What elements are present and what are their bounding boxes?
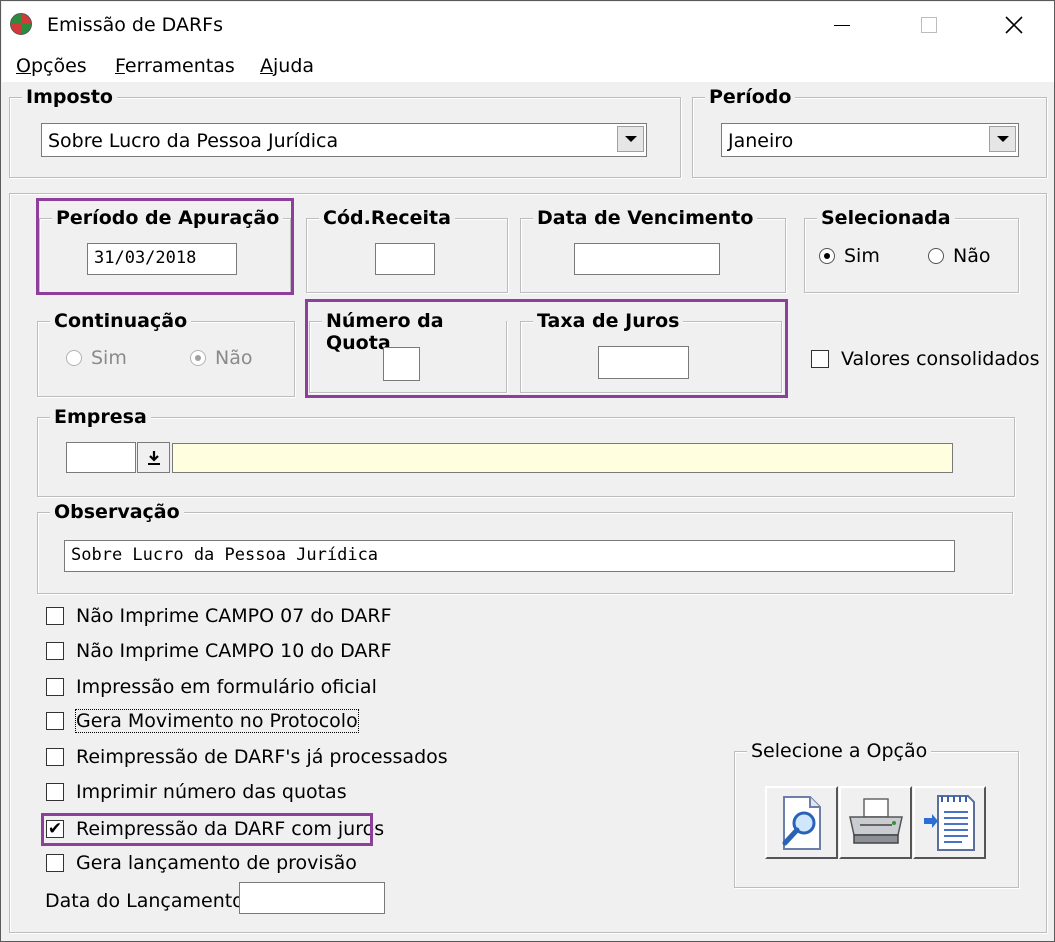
imposto-dropdown-button[interactable] [617, 126, 644, 152]
data-lancamento-input[interactable] [239, 882, 385, 914]
export-document-icon [923, 794, 975, 851]
selecione-opcao-label: Selecione a Opção [747, 740, 932, 762]
radio-selected-icon [819, 248, 835, 264]
checkbox-icon [46, 642, 64, 660]
empresa-label: Empresa [50, 406, 151, 428]
checkbox-nao-imprime-campo-07[interactable]: Não Imprime CAMPO 07 do DARF [46, 605, 392, 627]
menu-ajuda-label: juda [273, 55, 315, 77]
minimize-button[interactable] [812, 2, 872, 48]
menu-ferramentas[interactable]: Ferramentas [115, 55, 235, 77]
observacao-input[interactable]: Sobre Lucro da Pessoa Jurídica [64, 540, 955, 572]
checkbox-icon [46, 712, 64, 730]
download-arrow-icon [147, 450, 160, 465]
checkbox-label: Impressão em formulário oficial [76, 676, 377, 698]
menu-ferramentas-label: erramentas [124, 55, 235, 77]
checkbox-label: Gera Movimento no Protocolo [75, 709, 359, 733]
valores-consolidados-checkbox[interactable]: Valores consolidados [811, 348, 1040, 370]
close-icon [1005, 16, 1023, 34]
checkbox-icon [46, 783, 64, 801]
menu-opcoes[interactable]: Opções [16, 55, 87, 77]
data-vencimento-input[interactable] [574, 243, 720, 275]
empresa-code-input[interactable] [66, 442, 136, 473]
highlight-reimpressao-juros [41, 813, 373, 846]
darf-window: Emissão de DARFs Opções Ferramentas Ajud… [0, 0, 1055, 942]
periodo-label: Período [705, 86, 796, 108]
checkbox-icon [46, 678, 64, 696]
maximize-button[interactable] [899, 2, 959, 48]
periodo-value: Janeiro [728, 130, 794, 152]
checkbox-icon [46, 854, 64, 872]
selecionada-label: Selecionada [817, 207, 955, 229]
checkbox-icon [811, 350, 829, 368]
checkbox-label: Não Imprime CAMPO 07 do DARF [76, 605, 392, 627]
menu-opcoes-accel: O [16, 55, 31, 77]
preview-icon [782, 795, 821, 850]
data-vencimento-label: Data de Vencimento [533, 207, 758, 229]
maximize-icon [921, 17, 937, 33]
continuacao-label: Continuação [50, 310, 192, 332]
checkbox-icon [46, 607, 64, 625]
checkbox-gera-movimento-protocolo[interactable]: Gera Movimento no Protocolo [46, 709, 359, 733]
title-bar: Emissão de DARFs [2, 2, 1054, 48]
export-button[interactable] [913, 786, 986, 859]
checkbox-label: Imprimir número das quotas [76, 781, 347, 803]
radio-icon [66, 350, 82, 366]
selecionada-nao-radio[interactable]: Não [928, 245, 990, 267]
checkbox-impressao-formulario-oficial[interactable]: Impressão em formulário oficial [46, 676, 377, 698]
cod-receita-input[interactable] [375, 243, 435, 275]
highlight-quota-juros [305, 299, 788, 398]
checkbox-gera-lancamento-provisao[interactable]: Gera lançamento de provisão [46, 852, 357, 874]
menu-bar: Opções Ferramentas Ajuda [2, 48, 1054, 82]
app-icon [10, 13, 32, 35]
checkbox-imprimir-numero-quotas[interactable]: Imprimir número das quotas [46, 781, 347, 803]
continuacao-nao-radio[interactable]: Não [190, 347, 252, 369]
selecionada-nao-label: Não [953, 245, 991, 267]
valores-consolidados-label: Valores consolidados [841, 348, 1040, 370]
menu-ajuda[interactable]: Ajuda [260, 55, 314, 77]
radio-selected-icon [190, 350, 206, 366]
checkbox-label: Reimpressão de DARF's já processados [76, 746, 448, 768]
checkbox-label: Não Imprime CAMPO 10 do DARF [76, 640, 392, 662]
cod-receita-label: Cód.Receita [319, 207, 455, 229]
continuacao-sim-radio[interactable]: Sim [66, 347, 127, 369]
continuacao-sim-label: Sim [91, 347, 127, 369]
empresa-name-field[interactable] [172, 443, 953, 473]
chevron-down-icon [624, 136, 637, 142]
menu-ferramentas-accel: F [115, 55, 125, 77]
minimize-icon [834, 24, 850, 26]
periodo-dropdown-button[interactable] [989, 126, 1016, 152]
radio-icon [928, 248, 944, 264]
print-button[interactable] [839, 786, 912, 859]
periodo-select[interactable]: Janeiro [721, 123, 1019, 157]
checkbox-icon [46, 748, 64, 766]
empresa-lookup-button[interactable] [137, 442, 170, 473]
window-title: Emissão de DARFs [47, 14, 224, 36]
checkbox-reimpressao-darfs-processados[interactable]: Reimpressão de DARF's já processados [46, 746, 448, 768]
observacao-label: Observação [50, 501, 184, 523]
highlight-periodo-apuracao [36, 198, 294, 295]
checkbox-label: Gera lançamento de provisão [76, 852, 357, 874]
chevron-down-icon [996, 136, 1009, 142]
close-button[interactable] [984, 2, 1044, 48]
checkbox-nao-imprime-campo-10[interactable]: Não Imprime CAMPO 10 do DARF [46, 640, 392, 662]
printer-icon [848, 797, 903, 844]
selecionada-sim-label: Sim [844, 245, 880, 267]
imposto-value: Sobre Lucro da Pessoa Jurídica [48, 130, 339, 152]
preview-button[interactable] [765, 786, 838, 859]
menu-opcoes-label: pções [30, 55, 87, 77]
imposto-label: Imposto [22, 86, 117, 108]
data-lancamento-label: Data do Lançamento: [45, 890, 251, 912]
selecionada-sim-radio[interactable]: Sim [819, 245, 880, 267]
menu-ajuda-accel: A [260, 55, 273, 77]
imposto-select[interactable]: Sobre Lucro da Pessoa Jurídica [41, 123, 647, 157]
continuacao-nao-label: Não [215, 347, 253, 369]
